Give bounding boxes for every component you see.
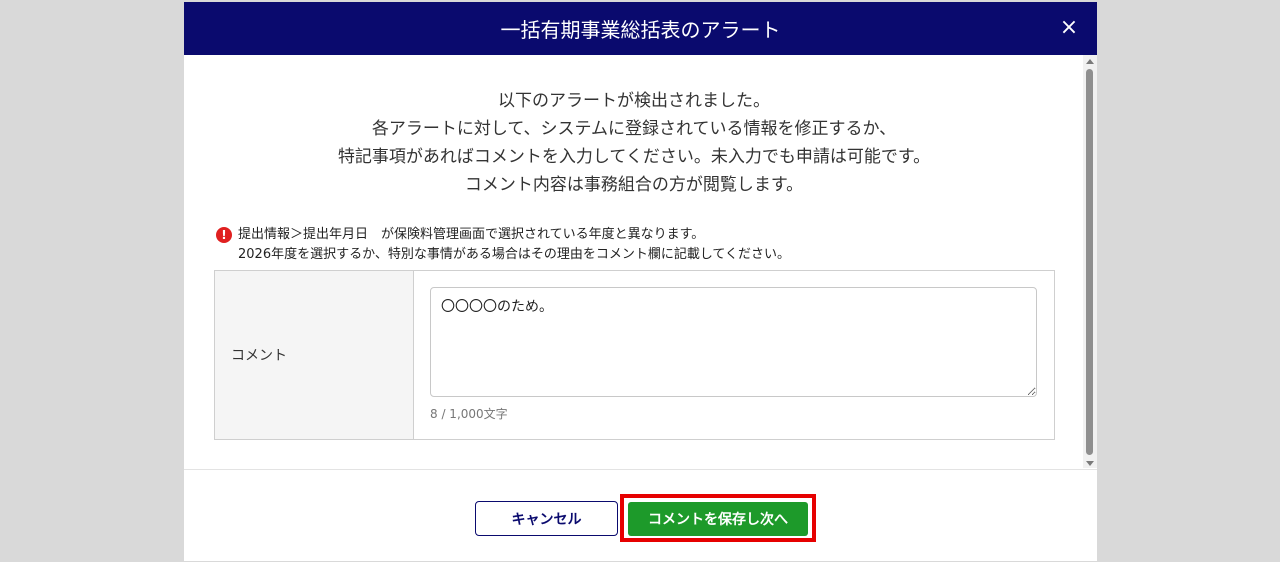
alert-line: 2026年度を選択するか、特別な事情がある場合はその理由をコメント欄に記載してく… [238,247,791,262]
alert-modal: 一括有期事業総括表のアラート × 以下のアラートが検出されました。 各アラートに… [184,2,1097,561]
save-comment-next-button[interactable]: コメントを保存し次へ [628,502,808,536]
scroll-up-arrow-icon[interactable] [1086,59,1094,64]
modal-body: 以下のアラートが検出されました。 各アラートに対して、システムに登録されている情… [184,55,1097,468]
intro-message: 以下のアラートが検出されました。 各アラートに対して、システムに登録されている情… [184,87,1084,199]
modal-footer: キャンセル コメントを保存し次へ [184,469,1097,562]
vertical-scrollbar[interactable] [1083,55,1097,468]
alert-message: 提出情報＞提出年月日 が保険料管理画面で選択されている年度と異なります。 202… [238,225,1056,265]
intro-line: 各アラートに対して、システムに登録されている情報を修正するか、 [371,119,897,139]
alert-item: ! 提出情報＞提出年月日 が保険料管理画面で選択されている年度と異なります。 2… [216,225,1056,265]
modal-title: 一括有期事業総括表のアラート [500,18,781,42]
intro-line: コメント内容は事務組合の方が閲覧します。 [464,175,804,195]
scroll-thumb[interactable] [1086,69,1093,455]
comment-textarea[interactable]: 〇〇〇〇のため。 [430,287,1037,397]
intro-line: 以下のアラートが検出されました。 [498,91,770,111]
intro-line: 特記事項があればコメントを入力してください。未入力でも申請は可能です。 [337,147,931,167]
char-count: 8 / 1,000文字 [430,407,508,421]
cancel-button[interactable]: キャンセル [475,501,618,536]
alert-line: 提出情報＞提出年月日 が保険料管理画面で選択されている年度と異なります。 [238,227,705,242]
comment-table: コメント 〇〇〇〇のため。 8 / 1,000文字 [214,270,1055,440]
close-icon[interactable]: × [1057,14,1081,42]
alert-exclamation-icon: ! [216,227,232,243]
comment-label: コメント [215,271,414,439]
modal-header: 一括有期事業総括表のアラート × [184,2,1097,55]
scroll-down-arrow-icon[interactable] [1086,461,1094,466]
comment-input-cell: 〇〇〇〇のため。 8 / 1,000文字 [414,271,1054,439]
